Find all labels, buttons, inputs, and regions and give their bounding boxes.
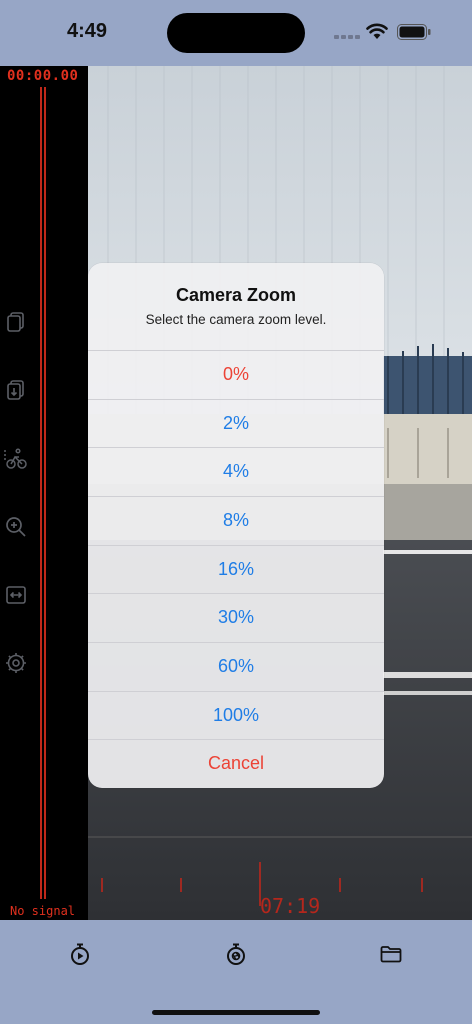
- zoom-option-2[interactable]: 2%: [88, 399, 384, 448]
- video-timecode: 07:19: [260, 894, 321, 918]
- zoom-in-icon[interactable]: [4, 515, 28, 539]
- stopwatch-play-icon[interactable]: [68, 942, 92, 966]
- cellular-signal-icon: [334, 35, 360, 39]
- copy-down-icon[interactable]: [4, 378, 28, 402]
- copy-icon[interactable]: [4, 310, 28, 334]
- dialog-message: Select the camera zoom level.: [145, 312, 327, 327]
- status-bar: 4:49: [0, 0, 472, 66]
- zoom-option-100[interactable]: 100%: [88, 691, 384, 740]
- dialog-title: Camera Zoom: [175, 285, 297, 305]
- status-time: 4:49: [67, 20, 108, 42]
- wifi-icon: [366, 23, 388, 39]
- folder-icon[interactable]: [379, 942, 403, 966]
- track-line: [40, 87, 42, 899]
- stopwatch-aperture-icon[interactable]: [224, 942, 248, 966]
- no-signal-label: No signal: [10, 904, 76, 918]
- zoom-option-8[interactable]: 8%: [88, 496, 384, 545]
- battery-icon: [397, 24, 431, 40]
- home-indicator: [152, 1010, 320, 1015]
- camera-zoom-dialog: Camera Zoom Select the camera zoom level…: [88, 263, 384, 788]
- settings-icon[interactable]: [4, 651, 28, 675]
- zoom-option-0[interactable]: 0%: [88, 350, 384, 399]
- rider-icon[interactable]: [4, 447, 28, 471]
- zoom-option-30[interactable]: 30%: [88, 593, 384, 642]
- tab-bar: [0, 920, 472, 1024]
- cancel-button[interactable]: Cancel: [88, 739, 384, 788]
- track-line: [44, 87, 46, 899]
- expand-horizontal-icon[interactable]: [4, 583, 28, 607]
- zoom-option-60[interactable]: 60%: [88, 642, 384, 691]
- timecode: 00:00.00: [7, 68, 79, 84]
- left-panel: 00:00.00 No signal: [0, 66, 88, 920]
- dynamic-island: [167, 13, 305, 53]
- zoom-option-4[interactable]: 4%: [88, 447, 384, 496]
- zoom-option-16[interactable]: 16%: [88, 545, 384, 594]
